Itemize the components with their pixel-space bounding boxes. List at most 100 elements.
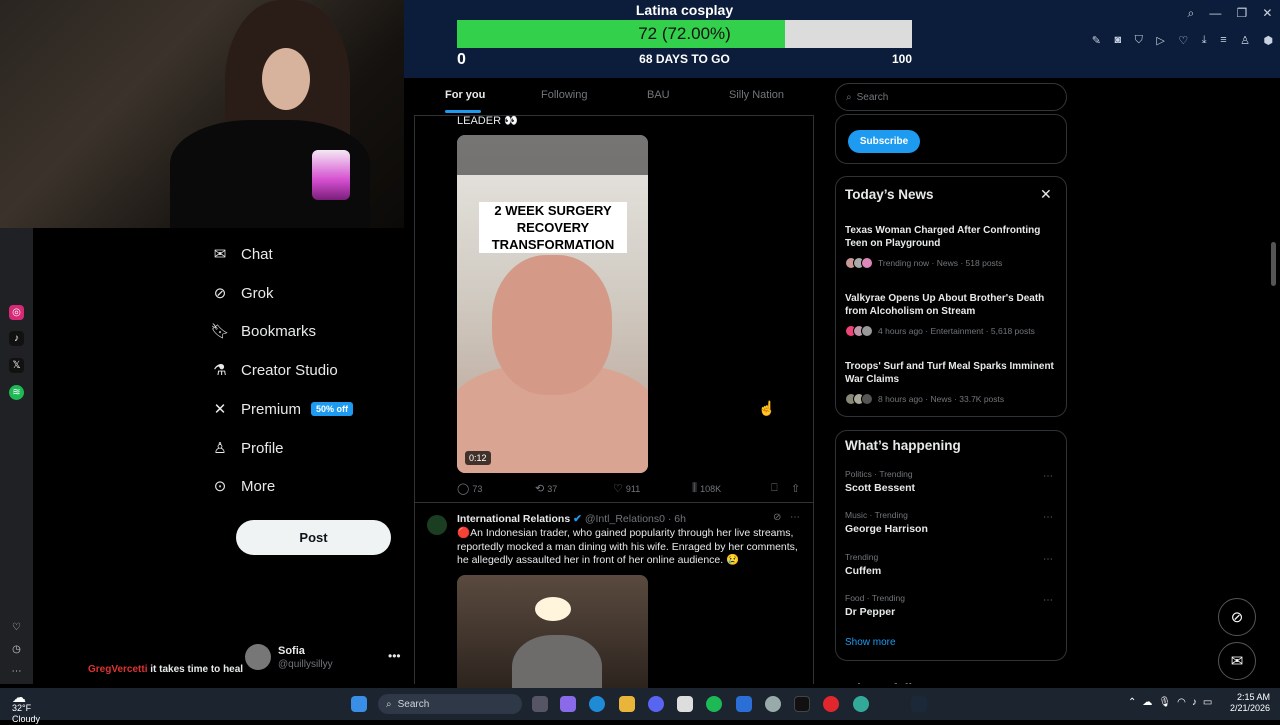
reply-button[interactable]: ◯ 73 <box>457 482 482 495</box>
nav-item-creator-studio[interactable]: ⚗ Creator Studio <box>211 356 337 384</box>
history-icon[interactable]: ◷ <box>9 642 24 657</box>
clock[interactable]: 2:15 AM 2/21/2026 <box>1220 692 1270 714</box>
goal-value: 72 (72.00%) <box>638 24 731 43</box>
nav-item-grok[interactable]: ⊘ Grok <box>211 279 274 307</box>
minimize-icon[interactable]: — <box>1209 6 1221 20</box>
search-icon: ⌕ <box>846 91 852 103</box>
author-handle: @Intl_Relations0 · 6h <box>584 513 686 525</box>
store-icon[interactable] <box>677 696 693 712</box>
grok-icon: ⊘ <box>1230 609 1244 626</box>
bookmark-button[interactable]: ⎕ <box>771 482 781 495</box>
tiktok-icon[interactable] <box>794 696 810 712</box>
subscribe-button[interactable]: Subscribe <box>848 130 920 153</box>
tab-for-you[interactable]: For you <box>445 89 485 101</box>
news-meta-text: Trending now · News · 518 posts <box>878 258 1003 268</box>
tab-following[interactable]: Following <box>541 89 587 101</box>
trend-name[interactable]: George Harrison <box>845 523 928 535</box>
instagram-icon[interactable]: ◎ <box>9 305 24 320</box>
restore-icon[interactable]: ❐ <box>1237 6 1248 20</box>
mouse-cursor-icon: ☝ <box>758 400 776 416</box>
avatar[interactable] <box>245 644 271 670</box>
nav-item-chat[interactable]: ✉ Chat <box>211 240 273 268</box>
author-name[interactable]: International Relations <box>457 513 570 525</box>
more-icon[interactable]: ⋯ <box>1043 554 1053 565</box>
extension-icon[interactable]: ⬢ <box>1264 34 1274 47</box>
avatar-group <box>845 257 873 269</box>
nav-item-bookmarks[interactable]: 🔖︎ Bookmarks <box>210 317 316 345</box>
nav-item-premium[interactable]: ✕ Premium 50% off <box>211 395 354 423</box>
post-video[interactable]: 2 WEEK SURGERY RECOVERY TRANSFORMATION 0… <box>457 135 648 473</box>
task-view-icon[interactable] <box>532 696 548 712</box>
profile-name[interactable]: Sofia <box>278 645 305 657</box>
app-icon[interactable] <box>765 696 781 712</box>
nav-item-profile[interactable]: ♙ Profile <box>211 434 283 462</box>
nav-item-more[interactable]: ⊙ More <box>211 472 275 500</box>
copilot-icon[interactable] <box>560 696 576 712</box>
tiktok-icon[interactable]: ♪ <box>9 331 24 346</box>
spotify-icon[interactable]: ≋ <box>9 385 24 400</box>
scrollbar[interactable] <box>1271 242 1276 286</box>
x-icon[interactable]: 𝕏 <box>9 358 24 373</box>
windows-start-icon[interactable] <box>351 696 367 712</box>
search-input[interactable]: ⌕ Search <box>835 83 1067 111</box>
mic-icon[interactable]: 🎙︎ <box>1158 697 1177 708</box>
news-headline[interactable]: Valkyrae Opens Up About Brother's Death … <box>845 292 1060 318</box>
volume-icon[interactable]: ♪ <box>1192 697 1203 708</box>
more-icon[interactable]: ⋯ <box>9 664 24 679</box>
trend-name[interactable]: Scott Bessent <box>845 482 915 494</box>
discord-icon[interactable] <box>648 696 664 712</box>
edit-icon[interactable]: ✎ <box>1092 34 1101 47</box>
file-explorer-icon[interactable] <box>619 696 635 712</box>
onedrive-icon[interactable]: ☁ <box>1142 697 1158 708</box>
grok-icon[interactable]: ⊘ <box>773 512 781 523</box>
trend-name[interactable]: Dr Pepper <box>845 606 895 618</box>
tab-silly-nation[interactable]: Silly Nation <box>729 89 784 101</box>
like-button[interactable]: ♡ 911 <box>613 482 640 495</box>
menu-icon[interactable]: ≡ <box>1220 34 1226 46</box>
repost-button[interactable]: ⟲ 37 <box>535 482 557 495</box>
mail-icon[interactable] <box>736 696 752 712</box>
share-button[interactable]: ⇧ <box>791 482 803 495</box>
news-headline[interactable]: Texas Woman Charged After Confronting Te… <box>845 224 1060 250</box>
play-icon[interactable]: ▷ <box>1156 34 1164 47</box>
steam-icon[interactable] <box>911 696 927 712</box>
shield-icon[interactable]: ⛉ <box>1135 34 1143 47</box>
download-icon[interactable]: ⤓ <box>1202 34 1207 47</box>
news-headline[interactable]: Troops' Surf and Turf Meal Sparks Immine… <box>845 360 1060 386</box>
chevron-up-icon[interactable]: ⌃ <box>1128 697 1142 708</box>
post-author[interactable]: International Relations ✔ @Intl_Relation… <box>457 513 686 525</box>
cloud-icon: ☁ <box>12 689 26 705</box>
profile-more-icon[interactable]: ••• <box>388 649 401 663</box>
app-icon[interactable] <box>853 696 869 712</box>
system-tray[interactable]: ⌃☁🎙︎◠♪▭ <box>1128 697 1218 708</box>
battery-icon[interactable]: ▭ <box>1203 697 1218 708</box>
more-icon[interactable]: ⋯ <box>1043 471 1053 482</box>
trend-name[interactable]: Cuffem <box>845 565 881 577</box>
avatar[interactable] <box>427 515 447 535</box>
chat-text: it takes time to heal <box>150 664 244 675</box>
show-more-link[interactable]: Show more <box>845 637 896 648</box>
more-icon[interactable]: ⋯ <box>790 512 800 523</box>
taskbar-search[interactable]: ⌕ Search <box>378 694 522 714</box>
close-icon[interactable]: ✕ <box>1262 6 1272 20</box>
wifi-icon[interactable]: ◠ <box>1177 697 1192 708</box>
views-button[interactable]: ⫼ 108K <box>692 482 721 495</box>
messages-float-button[interactable]: ✉ <box>1218 642 1256 680</box>
video-duration: 0:12 <box>465 451 491 465</box>
close-icon[interactable]: ✕ <box>1040 186 1052 203</box>
search-icon[interactable]: ⌕ <box>1188 6 1195 21</box>
opera-icon[interactable] <box>823 696 839 712</box>
heart-icon[interactable]: ♡ <box>1178 34 1188 47</box>
more-icon[interactable]: ⋯ <box>1043 512 1053 523</box>
heart-icon[interactable]: ♡ <box>9 620 24 635</box>
grok-float-button[interactable]: ⊘ <box>1218 598 1256 636</box>
spotify-icon[interactable] <box>706 696 722 712</box>
account-icon[interactable]: ♙ <box>1240 34 1250 47</box>
camera-icon[interactable]: ◙ <box>1114 34 1121 46</box>
weather-widget[interactable]: ☁ 32°F Cloudy <box>12 689 40 725</box>
more-icon[interactable]: ⋯ <box>1043 595 1053 606</box>
tab-bau[interactable]: BAU <box>647 89 670 101</box>
post-media[interactable] <box>457 575 648 688</box>
post-button[interactable]: Post <box>236 520 391 555</box>
edge-icon[interactable] <box>589 696 605 712</box>
